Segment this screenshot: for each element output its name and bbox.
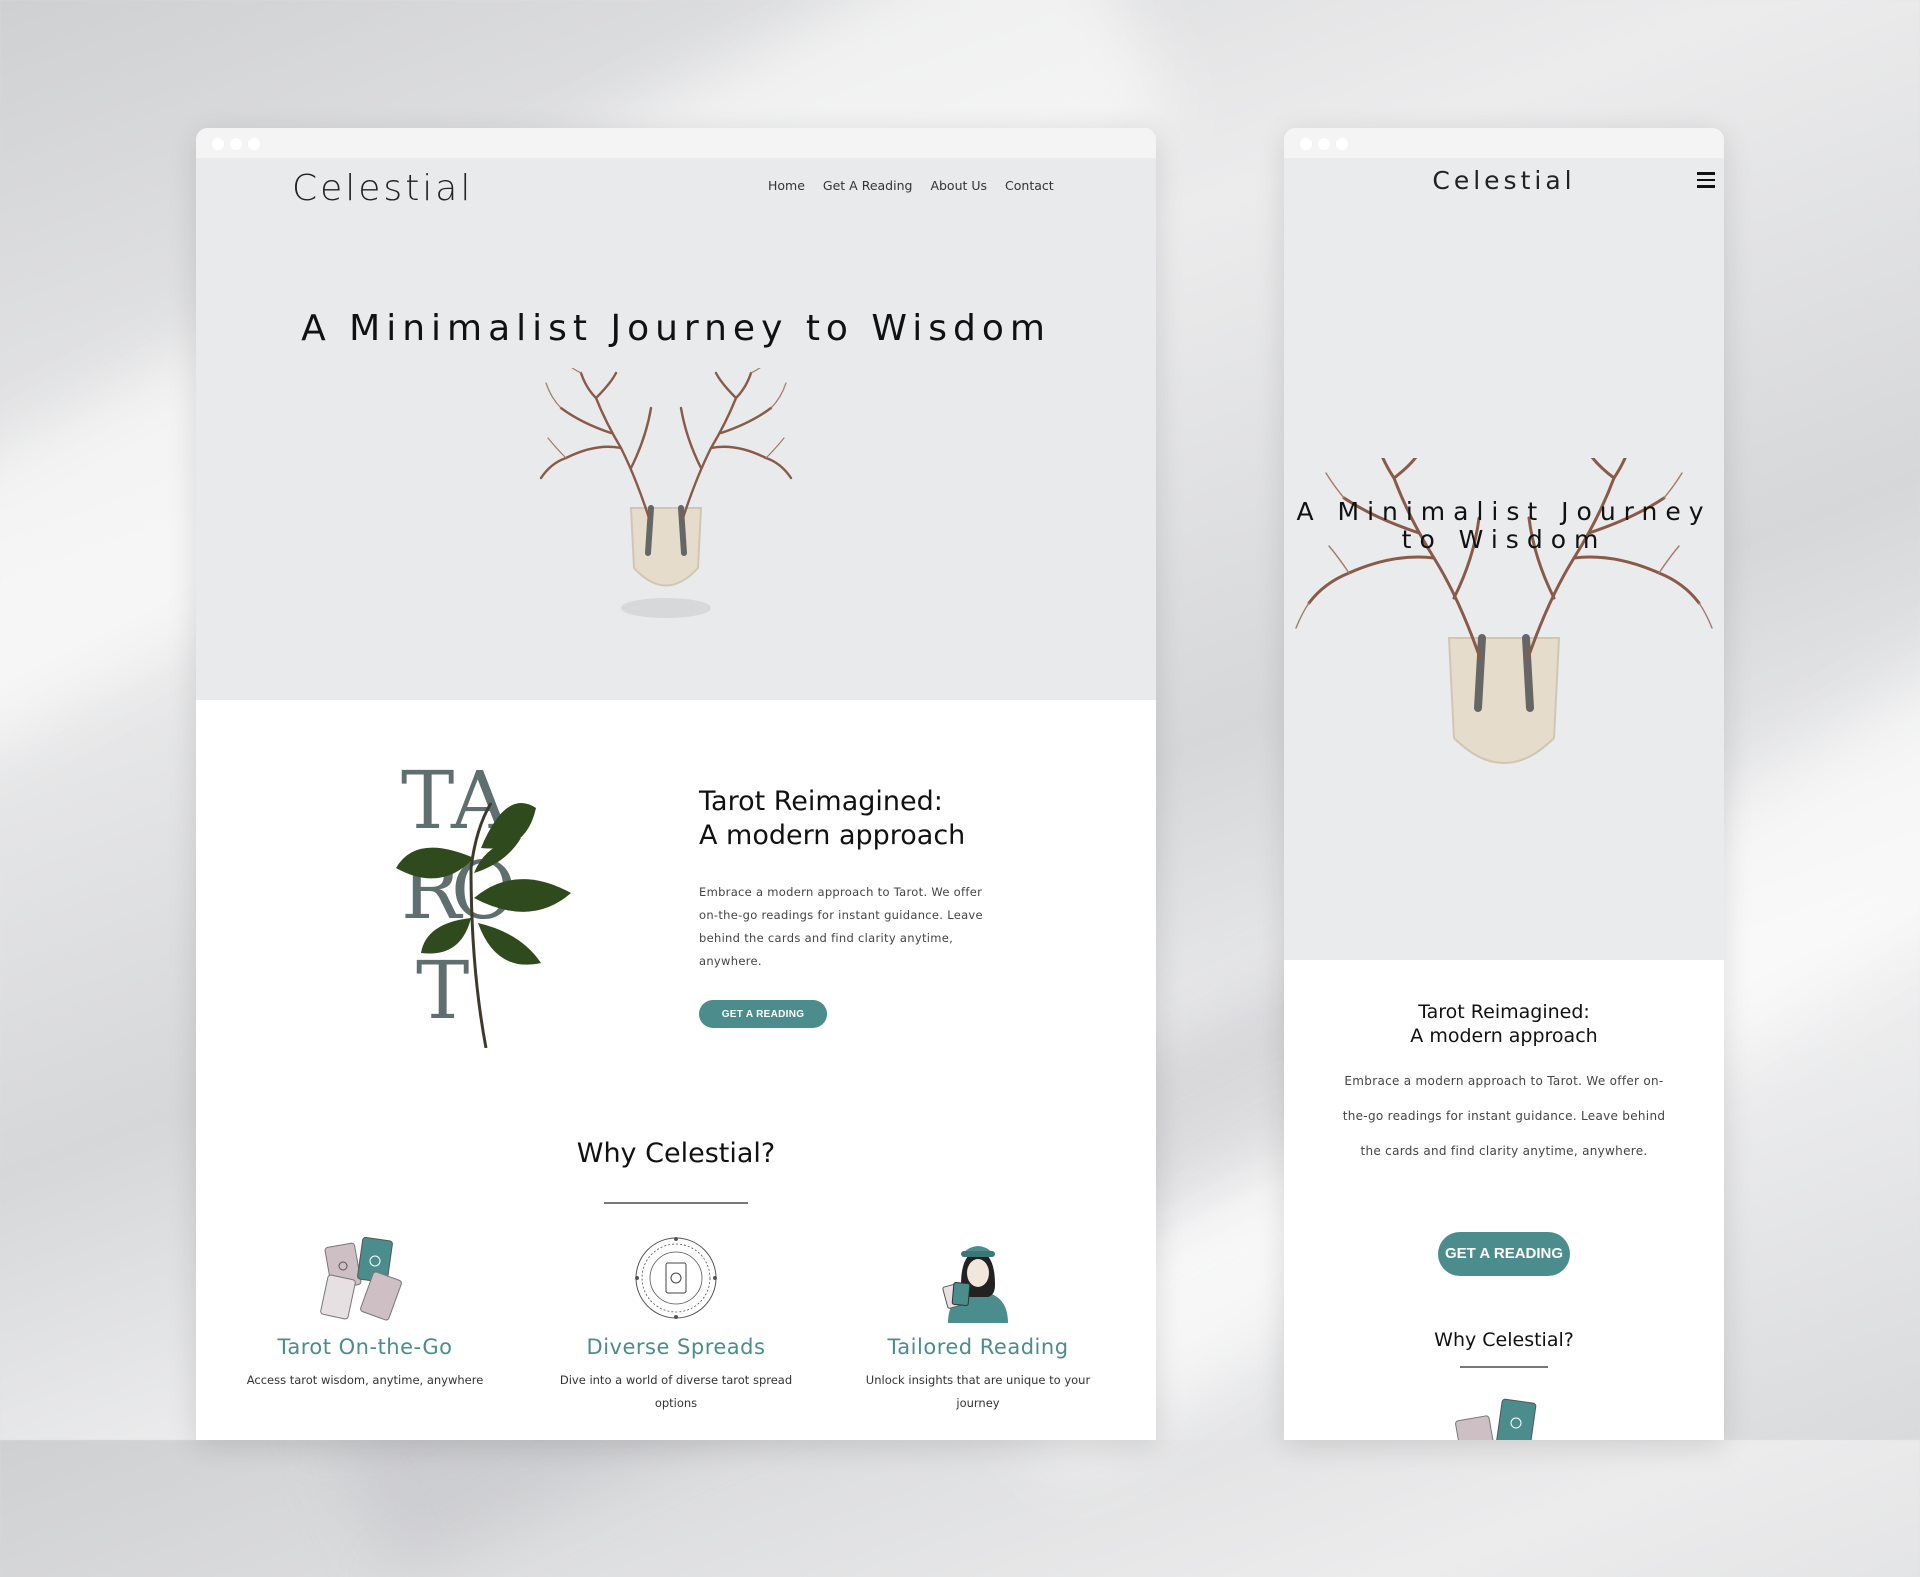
nav-about-us[interactable]: About Us [930,178,987,193]
tarot-letter: T [416,944,469,1037]
hero-title: A Minimalist Journey to Wisdom [301,308,1051,349]
feature-description: Access tarot wisdom, anytime, anywhere [246,1373,484,1387]
section-divider [1460,1366,1548,1368]
site-logo[interactable]: Celestial [292,168,473,209]
intro-heading: Tarot Reimagined: A modern approach [1284,1000,1724,1048]
window-dot[interactable] [1318,138,1330,150]
feature-card: Tailored Reading Unlock insights that ar… [843,1233,1113,1415]
feature-description: Dive into a world of diverse tarot sprea… [559,1373,793,1410]
hero-title: A Minimalist Journey to Wisdom [1296,497,1712,554]
feature-title: Diverse Spreads [586,1335,766,1359]
celestial-spread-icon [635,1237,717,1319]
fortune-teller-icon [942,1246,1008,1323]
nav-home[interactable]: Home [768,178,805,193]
intro-heading: Tarot Reimagined: A modern approach [699,785,965,853]
intro-body-text: Embrace a modern approach to Tarot. We o… [699,885,983,968]
tarot-cards-icon [1455,1398,1537,1440]
why-section-title: Why Celestial? [576,1138,776,1169]
window-dot[interactable] [212,138,224,150]
window-dot[interactable] [230,138,242,150]
window-titlebar [196,128,1156,158]
why-section-title: Why Celestial? [1434,1329,1574,1351]
intro-heading-line: Tarot Reimagined: [699,786,943,817]
main-nav: Home Get A Reading About Us Contact [768,178,1054,193]
get-a-reading-button[interactable]: GET A READING [699,1000,827,1028]
hero-section: Celestial Home Get A Reading About Us Co… [196,158,1156,700]
nav-get-a-reading[interactable]: Get A Reading [823,178,913,193]
hamburger-menu-icon[interactable] [1697,172,1715,190]
intro-heading-line: A modern approach [1410,1025,1598,1047]
intro-body-text: Embrace a modern approach to Tarot. We o… [1342,1074,1666,1158]
desktop-browser-window: Celestial Home Get A Reading About Us Co… [196,128,1156,1440]
window-dot[interactable] [1300,138,1312,150]
tarot-leaf-artwork: T A R O T [396,754,571,1048]
window-titlebar [1284,128,1724,158]
mobile-browser-window: Celestial A Minimalist Journey to Wisdom… [1284,128,1724,1440]
feature-card: Diverse Spreads Dive into a world of div… [541,1233,811,1415]
section-divider [604,1202,748,1204]
tarot-cards-icon [320,1237,402,1321]
window-dot[interactable] [1336,138,1348,150]
nav-contact[interactable]: Contact [1005,178,1054,193]
feature-title: Tarot On-the-Go [277,1335,453,1359]
tarot-letter: T [401,754,454,847]
feature-description: Unlock insights that are unique to your … [865,1373,1091,1410]
get-a-reading-button[interactable]: GET A READING [1438,1232,1570,1276]
intro-heading-line: A modern approach [699,820,966,851]
feature-card: Tarot On-the-Go Access tarot wisdom, any… [230,1233,500,1392]
hero-section: Celestial A Minimalist Journey to Wisdom [1284,158,1724,960]
feature-title: Tailored Reading [887,1335,1069,1359]
window-dot[interactable] [248,138,260,150]
branch-antler-plaque-image [539,368,793,618]
intro-heading-line: Tarot Reimagined: [1418,1001,1590,1023]
site-logo[interactable]: Celestial [1284,166,1724,195]
